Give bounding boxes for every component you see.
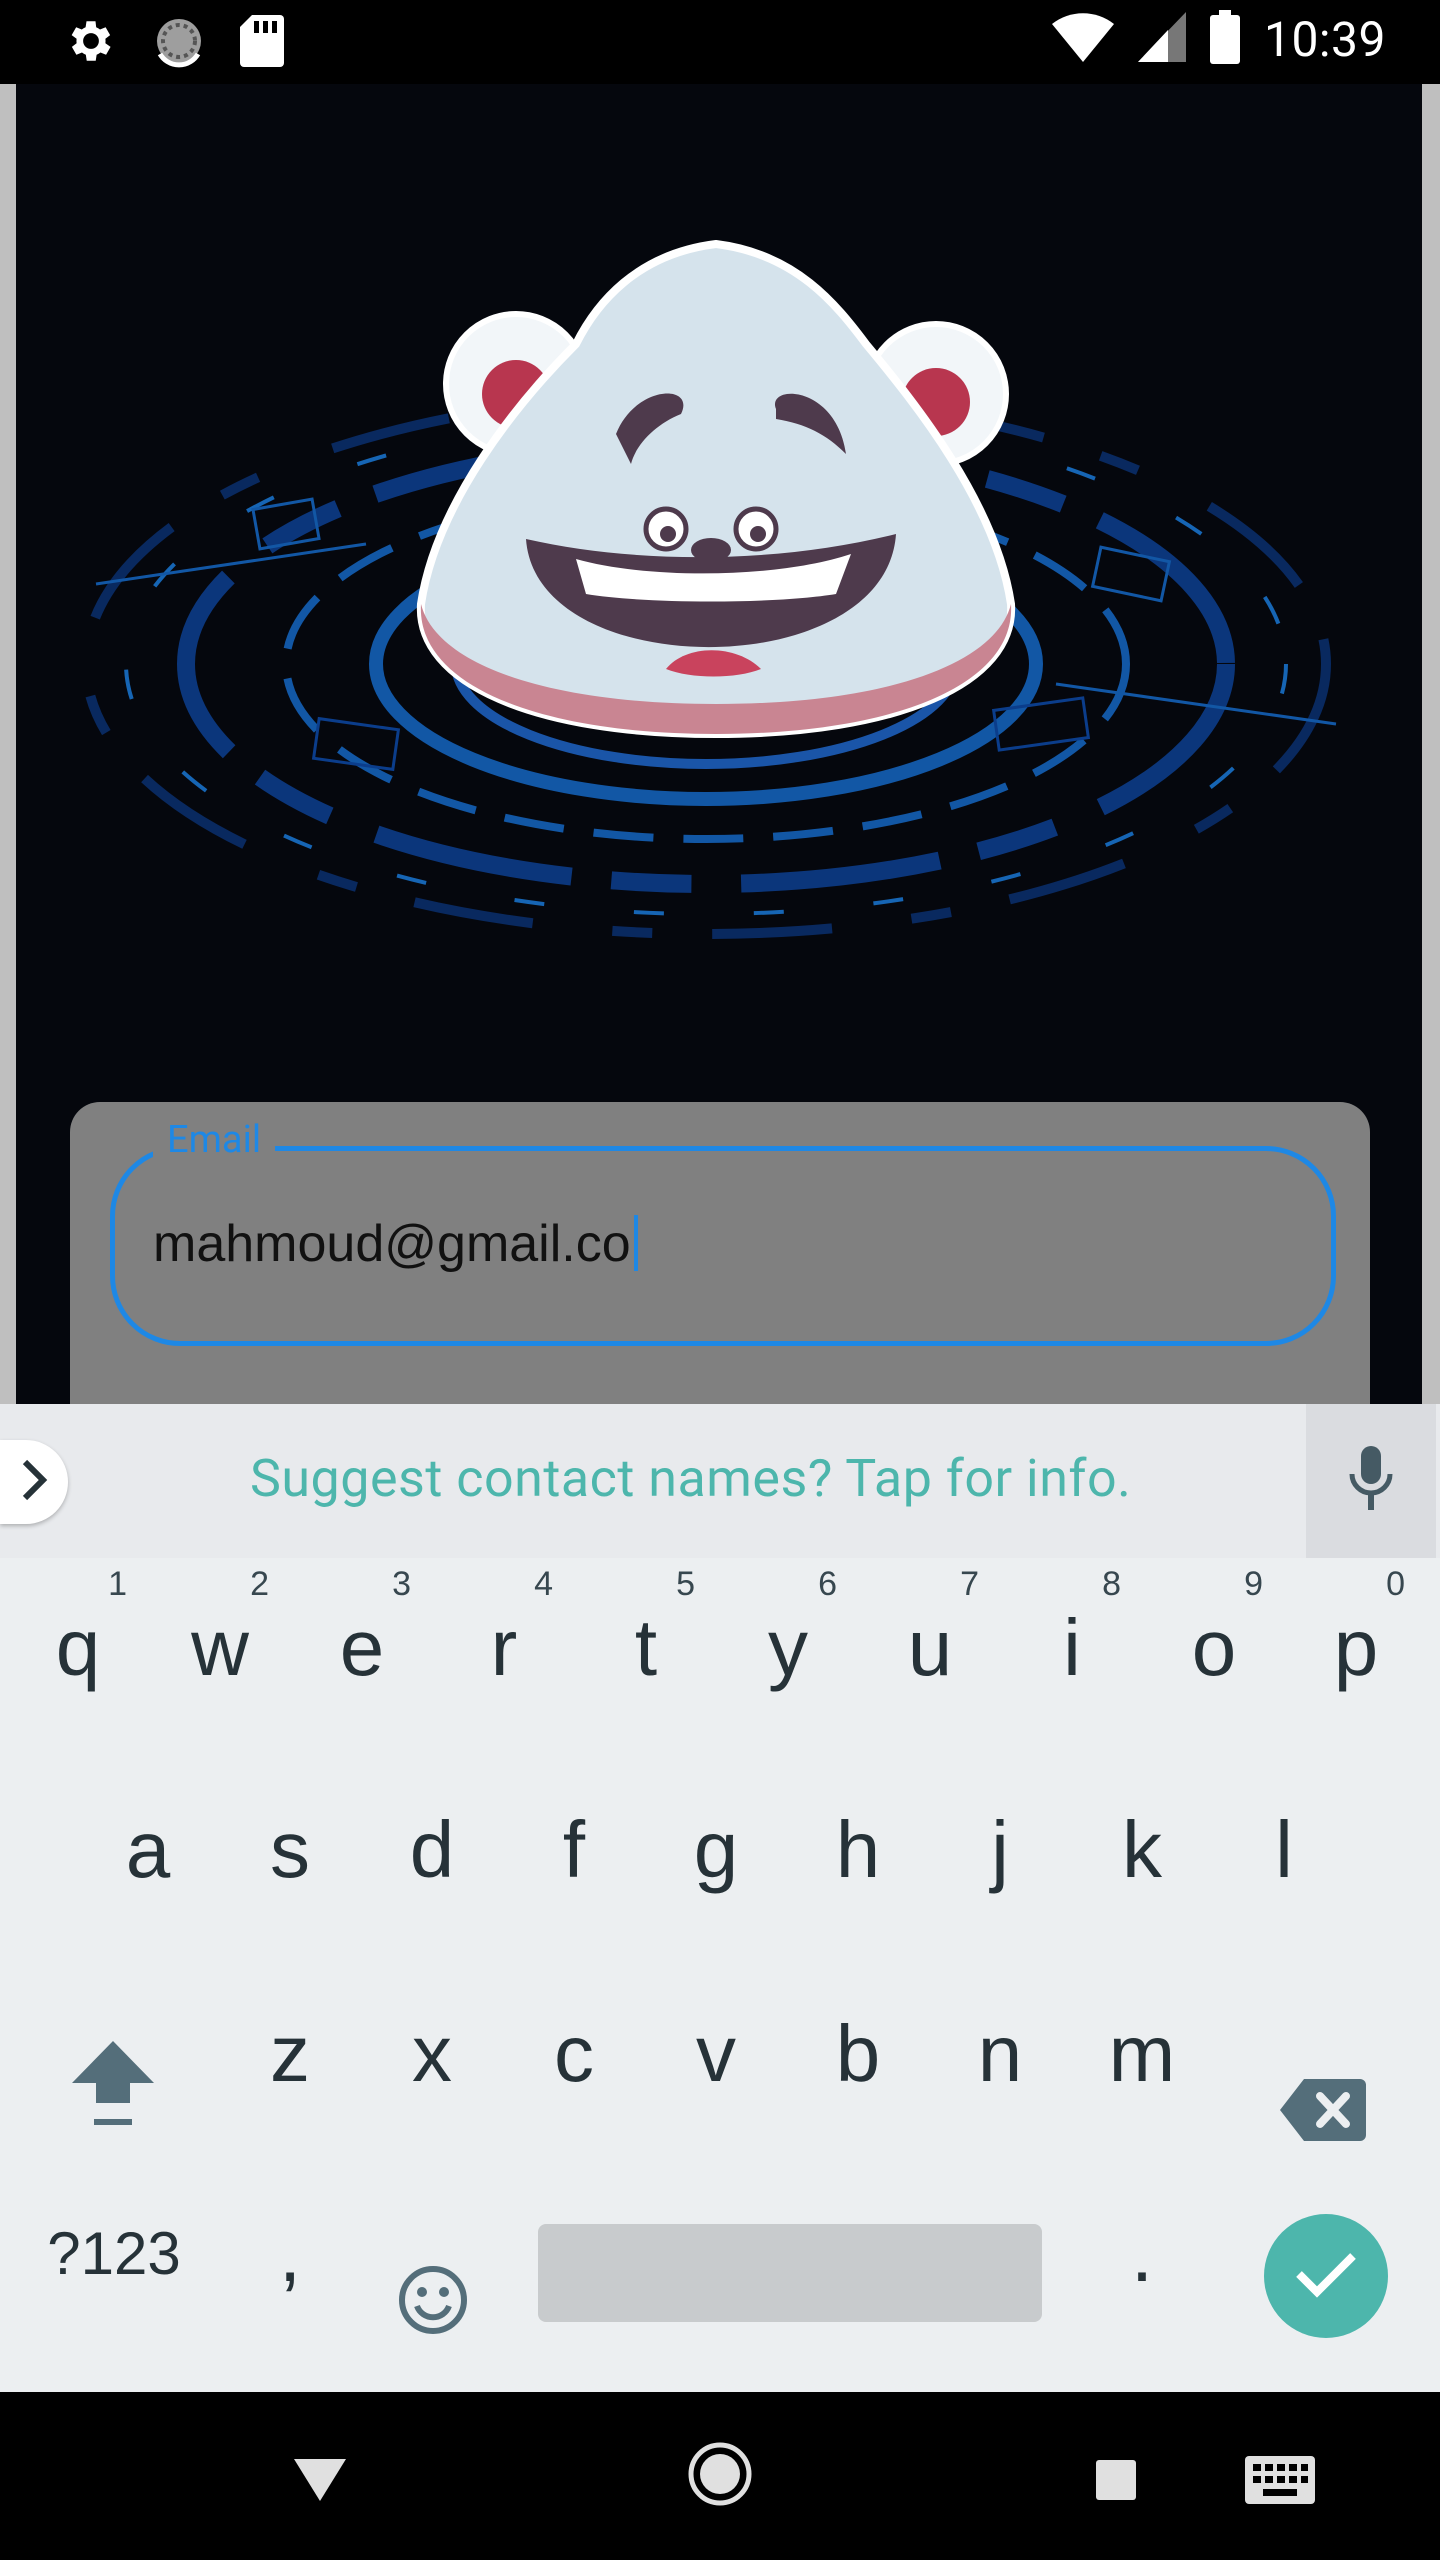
suggestion-strip: Suggest contact names? Tap for info. <box>0 1404 1440 1558</box>
emoji-key[interactable] <box>367 2164 497 2344</box>
key-z[interactable]: z <box>225 1964 355 2144</box>
comma-key[interactable]: , <box>225 2164 355 2344</box>
key-w[interactable]: w2 <box>155 1558 285 1738</box>
cell-signal-icon <box>1137 12 1186 66</box>
key-v[interactable]: v <box>651 1964 781 2144</box>
key-e[interactable]: e3 <box>297 1558 427 1738</box>
sync-icon <box>152 14 206 72</box>
key-o[interactable]: o9 <box>1149 1558 1279 1738</box>
key-i[interactable]: i8 <box>1007 1558 1137 1738</box>
key-h[interactable]: h <box>793 1760 923 1940</box>
checkmark-icon <box>1295 2250 1357 2302</box>
email-text: mahmoud@gmail.co <box>153 1215 631 1273</box>
key-r[interactable]: r4 <box>439 1558 569 1738</box>
key-m[interactable]: m <box>1077 1964 1207 2144</box>
key-s[interactable]: s <box>225 1760 355 1940</box>
status-bar: 10:39 <box>0 0 1440 84</box>
chevron-right-icon <box>19 1458 49 1506</box>
keyboard-switch-button[interactable] <box>1230 2432 1330 2532</box>
key-l[interactable]: l <box>1219 1760 1349 1940</box>
keyboard-switch-icon <box>1245 2456 1315 2508</box>
key-x[interactable]: x <box>367 1964 497 2144</box>
bear-mascot-icon <box>416 239 1016 739</box>
email-label: Email <box>153 1117 276 1163</box>
login-form-panel: Email mahmoud@gmail.co <box>70 1102 1370 1404</box>
recents-button[interactable] <box>1066 2432 1166 2532</box>
shift-key[interactable] <box>48 1964 178 2144</box>
screen: 10:39 Email mahmoud@gmail.co Suggest con… <box>0 0 1440 2560</box>
key-u[interactable]: u7 <box>865 1558 995 1738</box>
expand-toolbar-button[interactable] <box>0 1440 68 1524</box>
back-icon <box>292 2457 348 2507</box>
period-key[interactable]: . <box>1077 2164 1207 2344</box>
home-button[interactable] <box>670 2426 770 2526</box>
key-j[interactable]: j <box>935 1760 1065 1940</box>
key-k[interactable]: k <box>1077 1760 1207 1940</box>
text-cursor <box>633 1215 638 1271</box>
voice-input-button[interactable] <box>1306 1404 1436 1558</box>
home-icon <box>687 2441 753 2511</box>
key-d[interactable]: d <box>367 1760 497 1940</box>
settings-icon <box>64 14 118 72</box>
battery-icon <box>1209 10 1240 68</box>
key-y[interactable]: y6 <box>723 1558 853 1738</box>
email-field[interactable]: Email mahmoud@gmail.co <box>110 1117 1336 1346</box>
back-button[interactable] <box>270 2432 370 2532</box>
key-g[interactable]: g <box>651 1760 781 1940</box>
email-input-value[interactable]: mahmoud@gmail.co <box>153 1209 638 1279</box>
key-c[interactable]: c <box>509 1964 639 2144</box>
backspace-key[interactable] <box>1258 1964 1388 2144</box>
space-key[interactable] <box>538 2224 1042 2322</box>
key-t[interactable]: t5 <box>581 1558 711 1738</box>
key-n[interactable]: n <box>935 1964 1065 2144</box>
login-screen: Email mahmoud@gmail.co <box>16 84 1422 1404</box>
done-key[interactable] <box>1264 2214 1388 2338</box>
emoji-icon <box>397 2219 469 2399</box>
key-a[interactable]: a <box>83 1760 213 1940</box>
contact-suggestion-prompt[interactable]: Suggest contact names? Tap for info. <box>250 1448 1131 1509</box>
key-p[interactable]: p0 <box>1291 1558 1421 1738</box>
microphone-icon <box>1349 1446 1393 1516</box>
key-q[interactable]: q1 <box>13 1558 143 1738</box>
key-f[interactable]: f <box>509 1760 639 1940</box>
symbols-key[interactable]: ?123 <box>34 2164 194 2344</box>
right-edge <box>1422 84 1440 1404</box>
mascot-illustration <box>16 84 1422 1104</box>
sd-card-icon <box>240 15 284 71</box>
key-b[interactable]: b <box>793 1964 923 2144</box>
navigation-bar <box>0 2392 1440 2560</box>
wifi-icon <box>1051 12 1114 66</box>
backspace-icon <box>1280 2024 1366 2204</box>
recents-icon <box>1094 2458 1138 2506</box>
clock: 10:39 <box>1263 10 1386 68</box>
